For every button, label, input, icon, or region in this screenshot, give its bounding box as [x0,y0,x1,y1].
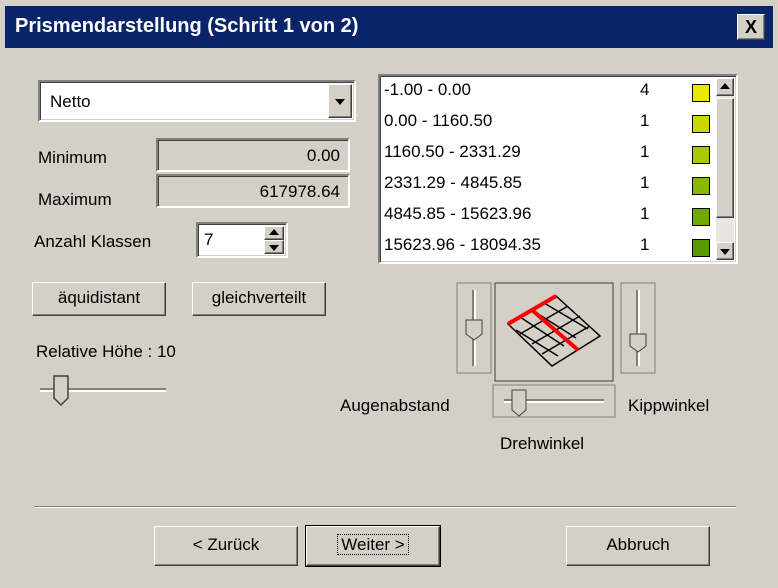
dropdown-arrow-button[interactable] [328,84,352,118]
spin-up-button[interactable] [264,226,284,240]
window-title: Prismendarstellung (Schritt 1 von 2) [15,15,359,37]
minimum-value: 0.00 [306,146,340,165]
scroll-thumb[interactable] [716,98,734,218]
color-swatch[interactable] [692,177,710,195]
list-item[interactable]: 0.00 - 1160.50 1 [384,109,710,139]
class-count-value: 7 [204,230,214,249]
class-count: 1 [640,173,650,192]
back-button[interactable]: < Zurück [154,526,298,566]
eye-distance-slider[interactable] [456,282,492,374]
prism-preview [494,282,614,382]
list-item[interactable]: 2331.29 - 4845.85 1 [384,171,710,201]
class-range: 2331.29 - 4845.85 [384,173,523,192]
equidistant-button[interactable]: äquidistant [32,282,166,316]
class-count: 4 [640,80,650,99]
next-button[interactable]: Weiter > [305,525,441,567]
color-swatch[interactable] [692,146,710,164]
cancel-button[interactable]: Abbruch [566,526,710,566]
title-bar: Prismendarstellung (Schritt 1 von 2) X [5,6,773,48]
rotation-label: Drehwinkel [500,434,585,453]
relative-height-label: Relative Höhe : 10 [36,342,176,361]
color-swatch[interactable] [692,115,710,133]
slider-thumb[interactable] [511,389,527,417]
scroll-up-button[interactable] [716,78,734,96]
equal-distribution-button[interactable]: gleichverteilt [192,282,326,316]
tilt-slider[interactable] [620,282,656,374]
color-swatch[interactable] [692,239,710,257]
class-count: 1 [640,235,650,254]
eye-distance-label: Augenabstand [340,396,450,415]
scroll-down-button[interactable] [716,242,734,260]
tilt-label: Kippwinkel [628,396,710,415]
color-swatch[interactable] [692,208,710,226]
chevron-down-icon [269,245,279,251]
close-button[interactable]: X [737,14,765,40]
class-list[interactable]: -1.00 - 0.00 4 0.00 - 1160.50 1 1160.50 - 23… [378,74,738,264]
class-count: 1 [640,204,650,223]
next-button-label: Weiter > [337,534,409,555]
class-count-spinner[interactable]: 7 [196,222,288,258]
rotation-slider[interactable] [492,384,616,424]
chevron-down-icon [720,249,730,255]
chevron-up-icon [269,229,279,235]
separator-line [34,506,736,508]
maximum-label: Maximum [38,190,112,209]
class-range: 4845.85 - 15623.96 [384,204,532,223]
class-count-label: Anzahl Klassen [34,232,152,251]
class-count: 1 [640,142,650,161]
list-item[interactable]: 1160.50 - 2331.29 1 [384,140,710,170]
class-list-scrollbar[interactable] [716,78,734,260]
minimum-label: Minimum [38,148,107,167]
attribute-dropdown-value: Netto [50,92,91,111]
class-range: 0.00 - 1160.50 [384,111,493,130]
class-range: 15623.96 - 18094.35 [384,235,541,254]
spin-down-button[interactable] [264,240,284,254]
prism-dialog: Prismendarstellung (Schritt 1 von 2) X N… [0,0,778,588]
class-range: -1.00 - 0.00 [384,80,471,99]
relative-height-slider[interactable] [34,372,174,412]
chevron-down-icon [335,99,345,105]
minimum-field: 0.00 [156,138,350,172]
list-item[interactable]: 4845.85 - 15623.96 1 [384,202,710,232]
class-range: 1160.50 - 2331.29 [384,142,521,161]
view-controls [456,282,656,382]
attribute-dropdown[interactable]: Netto [38,80,356,122]
list-item[interactable]: 15623.96 - 18094.35 1 [384,233,710,262]
chevron-up-icon [720,83,730,89]
maximum-field: 617978.64 [156,174,350,208]
list-item[interactable]: -1.00 - 0.00 4 [384,78,710,108]
class-count: 1 [640,111,650,130]
color-swatch[interactable] [692,84,710,102]
maximum-value: 617978.64 [259,182,340,201]
slider-thumb[interactable] [53,375,69,407]
